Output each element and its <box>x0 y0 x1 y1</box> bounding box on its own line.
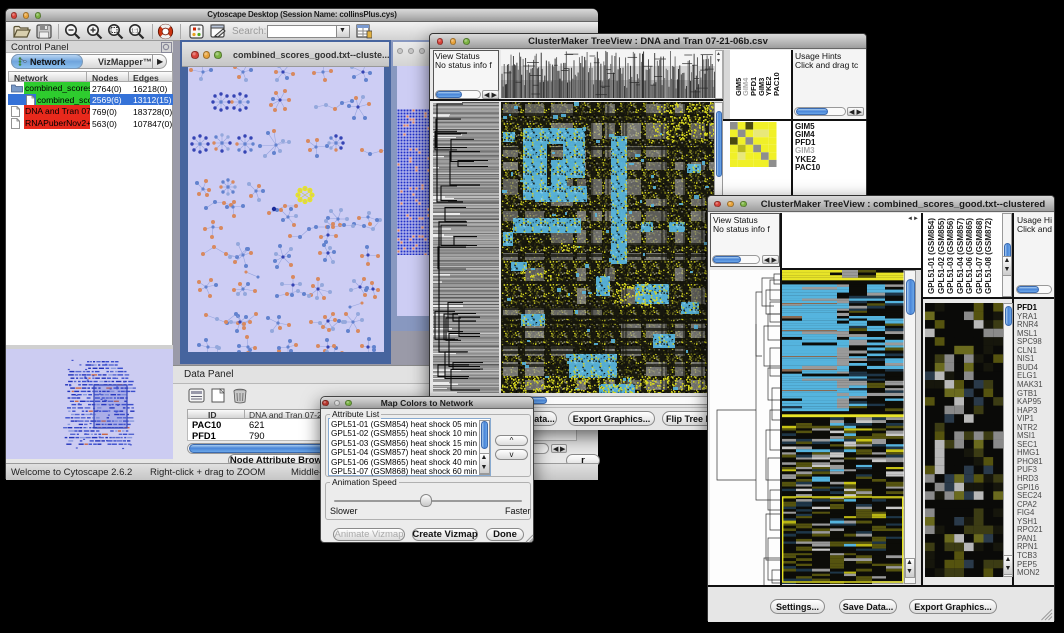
svg-text:1:1: 1:1 <box>131 28 139 34</box>
